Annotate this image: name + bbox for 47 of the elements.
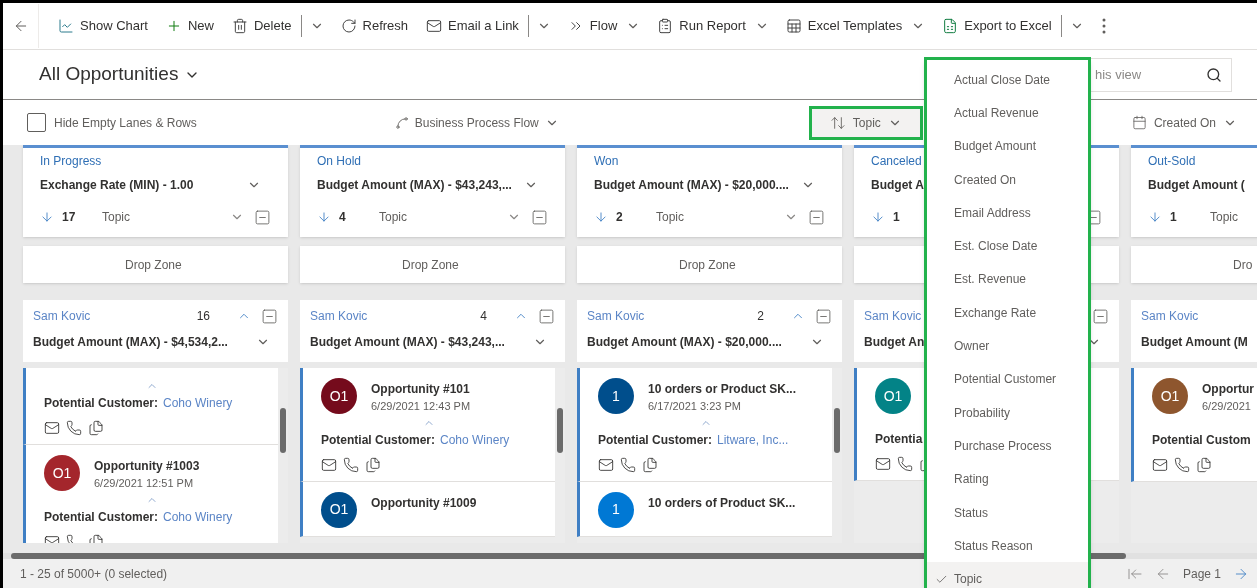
lane-title: Won (594, 153, 620, 170)
drop-zone-label: Drop Zone (679, 256, 736, 274)
avatar: O1 (321, 491, 357, 528)
record-count: 17 (62, 209, 77, 226)
group-count: 4 (480, 308, 487, 325)
lane-title: On Hold (317, 153, 363, 170)
field-label: Potential Custom (1152, 431, 1251, 449)
avatar: O1 (875, 378, 911, 414)
field-label: Potentia (875, 431, 923, 448)
record-date: 6/29/2021 12:51 PM (94, 476, 195, 491)
drop-zone-label: Drop Zone (125, 256, 182, 274)
drop-zone-label: Dro (1233, 256, 1253, 274)
avatar: O1 (44, 455, 80, 491)
aggregate-label: Budget Amount (MAX) - $43,243,... (317, 177, 512, 194)
avatar: O1 (1152, 378, 1188, 414)
aggregate-label: Budget Amount (MAX) - $20,000.... (587, 334, 782, 351)
record-count: 1 (893, 209, 901, 226)
aggregate-label: Budget A (871, 177, 924, 194)
aggregate-label: Budget An (864, 334, 925, 351)
avatar: 1 (598, 378, 634, 414)
record-date: 6/17/2021 3:23 PM (648, 399, 742, 414)
field-label: Potential Customer: (598, 431, 712, 449)
aggregate-label: Budget Amount (MAX) - $43,243,... (310, 334, 505, 351)
field-label: Potential Customer: (321, 431, 435, 449)
aggregate-label: Budget Amount (M (1141, 334, 1248, 351)
field-label: Potential Customer: (44, 395, 158, 412)
group-count: 2 (757, 308, 764, 325)
record-count: 4 (339, 209, 347, 226)
lane-title: Canceled (871, 153, 923, 170)
group-count: 16 (196, 308, 210, 325)
drop-zone-label: Drop Zone (402, 256, 459, 274)
avatar: O1 (321, 378, 357, 414)
aggregate-label: Exchange Rate (MIN) - 1.00 (40, 177, 194, 194)
avatar: 1 (598, 491, 634, 528)
aggregate-label: Budget Amount (MAX) - $20,000.... (594, 177, 789, 194)
lane-title: In Progress (40, 153, 103, 170)
page-label: Page 1 (1182, 565, 1221, 583)
record-count: 2 (616, 209, 624, 226)
record-summary: 1 - 25 of 5000+ (0 selected) (20, 565, 168, 583)
record-date: 6/29/2021 12:43 PM (371, 399, 471, 414)
aggregate-label: Budget Amount (MAX) - $4,534,2... (33, 334, 228, 351)
checkbox-label: Hide Empty Lanes & Rows (54, 114, 197, 132)
lane-title: Out-Sold (1148, 153, 1197, 170)
aggregate-label: Budget Amount ( (1148, 177, 1245, 194)
field-label: Potential Customer: (44, 508, 158, 526)
record-count: 1 (1170, 209, 1178, 226)
record-date: 6/29/2021 (1202, 399, 1252, 414)
